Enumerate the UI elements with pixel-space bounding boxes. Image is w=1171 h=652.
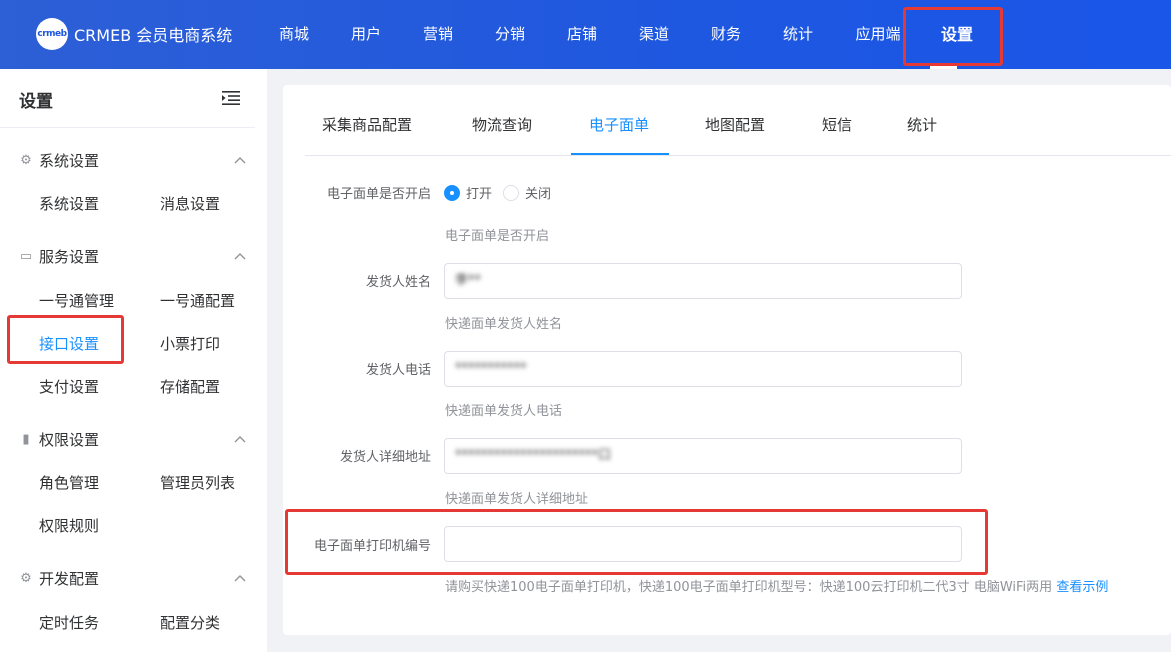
radio-label: 关闭 bbox=[525, 187, 552, 202]
nav-channels[interactable]: 渠道 bbox=[637, 0, 671, 69]
monitor-icon: ▭ bbox=[19, 248, 33, 264]
sender-phone-input[interactable]: *********** bbox=[444, 351, 962, 387]
logo-badge: crmeb bbox=[36, 18, 68, 50]
sender-name-hint: 快递面单发货人姓名 bbox=[445, 317, 563, 332]
tab-statistics[interactable]: 统计 bbox=[907, 114, 937, 135]
sender-phone-value: *********** bbox=[455, 361, 527, 376]
radio-unchecked-icon bbox=[503, 184, 519, 201]
sidebar-divider bbox=[0, 127, 255, 128]
nav-users[interactable]: 用户 bbox=[349, 0, 383, 69]
nav-distribution[interactable]: 分销 bbox=[493, 0, 527, 69]
view-example-link[interactable]: 查看示例 bbox=[1056, 580, 1108, 595]
annotation-box-settings-nav bbox=[903, 7, 1003, 66]
sender-address-hint: 快递面单发货人详细地址 bbox=[445, 492, 589, 507]
sidebar-item-receipt-printing[interactable]: 小票打印 bbox=[160, 333, 220, 354]
sidebar-item-payment-settings[interactable]: 支付设置 bbox=[39, 376, 99, 397]
chevron-up-icon[interactable] bbox=[234, 435, 246, 443]
sidebar-item-storage-config[interactable]: 存储配置 bbox=[160, 376, 220, 397]
gear-icon: ⚙ bbox=[20, 152, 32, 168]
sidebar-item-admin-list[interactable]: 管理员列表 bbox=[160, 472, 235, 493]
sidebar-item-yihaotong-manage[interactable]: 一号通管理 bbox=[39, 290, 114, 311]
sidebar-group-dev[interactable]: ⚙ 开发配置 bbox=[19, 568, 99, 589]
sidebar-group-label: 权限设置 bbox=[39, 431, 100, 449]
sidebar-item-yihaotong-config[interactable]: 一号通配置 bbox=[160, 290, 235, 311]
nav-app[interactable]: 应用端 bbox=[853, 0, 903, 69]
sidebar-group-service[interactable]: ▭ 服务设置 bbox=[19, 246, 99, 267]
printer-id-hint: 请购买快递100电子面单打印机，快递100电子面单打印机型号：快递100云打印机… bbox=[445, 576, 1108, 595]
brand-logo[interactable]: crmeb CRMEB 会员电商系统 bbox=[36, 17, 232, 51]
sidebar-group-label: 开发配置 bbox=[39, 570, 100, 588]
tab-electronic-waybill[interactable]: 电子面单 bbox=[589, 114, 649, 135]
sidebar-item-message-settings[interactable]: 消息设置 bbox=[160, 193, 220, 214]
sender-address-label: 发货人详细地址 bbox=[339, 450, 431, 465]
tab-active-indicator bbox=[571, 153, 669, 155]
sender-name-label: 发货人姓名 bbox=[365, 275, 431, 290]
chevron-up-icon[interactable] bbox=[234, 156, 246, 164]
sidebar-group-label: 服务设置 bbox=[39, 248, 100, 266]
sender-phone-hint: 快递面单发货人电话 bbox=[445, 404, 563, 419]
chevron-up-icon[interactable] bbox=[234, 252, 246, 260]
sidebar-item-role-management[interactable]: 角色管理 bbox=[39, 472, 99, 493]
sender-name-value: 李** bbox=[455, 273, 482, 288]
sidebar-group-label: 系统设置 bbox=[39, 152, 100, 170]
sidebar-item-permission-rules[interactable]: 权限规则 bbox=[39, 515, 99, 536]
radio-open[interactable]: 打开 bbox=[444, 183, 492, 202]
nav-marketing[interactable]: 营销 bbox=[421, 0, 455, 69]
radio-checked-icon bbox=[444, 184, 460, 201]
tab-map-config[interactable]: 地图配置 bbox=[705, 114, 765, 135]
sender-address-value: **********************口 bbox=[455, 448, 612, 463]
nav-statistics[interactable]: 统计 bbox=[781, 0, 815, 69]
brand-name: CRMEB 会员电商系统 bbox=[74, 26, 233, 45]
nav-shop[interactable]: 商城 bbox=[277, 0, 311, 69]
printer-id-hint-text: 请购买快递100电子面单打印机，快递100电子面单打印机型号：快递100云打印机… bbox=[445, 580, 1053, 595]
menu-collapse-icon[interactable] bbox=[222, 91, 240, 105]
sidebar-item-config-categories[interactable]: 配置分类 bbox=[160, 612, 220, 633]
bookmark-icon: ▮ bbox=[22, 431, 30, 447]
gear-icon: ⚙ bbox=[20, 570, 32, 586]
enable-label: 电子面单是否开启 bbox=[326, 187, 431, 202]
sidebar-group-system[interactable]: ⚙ 系统设置 bbox=[19, 150, 99, 171]
sidebar-title: 设置 bbox=[19, 92, 53, 112]
enable-hint: 电子面单是否开启 bbox=[445, 229, 550, 244]
nav-active-indicator bbox=[930, 66, 957, 69]
annotation-box-interface-settings bbox=[7, 315, 124, 364]
tab-collect-product-config[interactable]: 采集商品配置 bbox=[322, 114, 412, 135]
nav-store[interactable]: 店铺 bbox=[565, 0, 599, 69]
sidebar-item-scheduled-tasks[interactable]: 定时任务 bbox=[39, 612, 99, 633]
annotation-box-printer-field bbox=[285, 509, 988, 575]
sender-phone-label: 发货人电话 bbox=[365, 363, 431, 378]
tab-logistics-query[interactable]: 物流查询 bbox=[472, 114, 532, 135]
sidebar-group-permissions[interactable]: ▮ 权限设置 bbox=[19, 429, 99, 450]
chevron-up-icon[interactable] bbox=[234, 574, 246, 582]
tabs-divider bbox=[305, 155, 1171, 156]
tab-sms[interactable]: 短信 bbox=[822, 114, 852, 135]
nav-finance[interactable]: 财务 bbox=[709, 0, 743, 69]
sender-address-input[interactable]: **********************口 bbox=[444, 438, 962, 474]
sender-name-input[interactable]: 李** bbox=[444, 263, 962, 299]
radio-close[interactable]: 关闭 bbox=[503, 183, 551, 202]
radio-label: 打开 bbox=[466, 187, 493, 202]
sidebar-item-system-settings[interactable]: 系统设置 bbox=[39, 193, 99, 214]
